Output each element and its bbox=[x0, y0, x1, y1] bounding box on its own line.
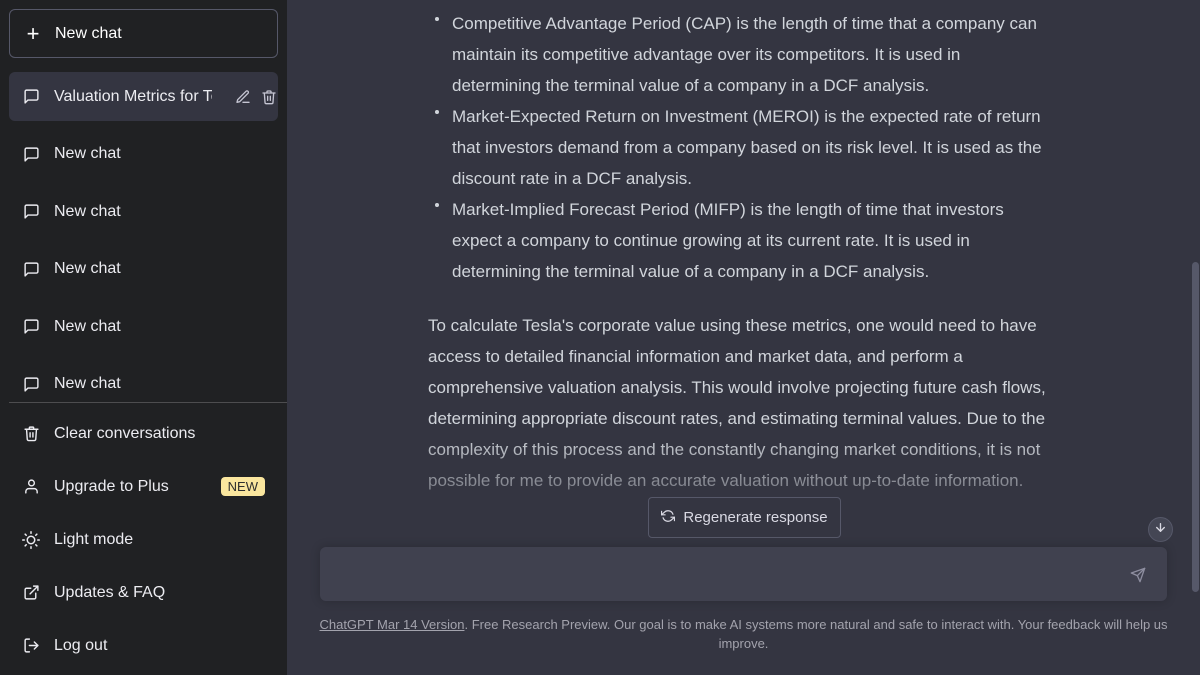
regenerate-label: Regenerate response bbox=[683, 509, 828, 526]
bullet-item: Market-Implied Forecast Period (MIFP) is… bbox=[435, 194, 1048, 287]
bullet-item: Competitive Advantage Period (CAP) is th… bbox=[435, 8, 1048, 101]
message-paragraph: To calculate Tesla's corporate value usi… bbox=[428, 316, 1046, 490]
bullet-list: Competitive Advantage Period (CAP) is th… bbox=[428, 8, 1048, 287]
conversation-item[interactable]: New chat bbox=[9, 130, 278, 179]
chat-bubble-icon bbox=[22, 260, 40, 278]
clear-conversations-label: Clear conversations bbox=[54, 424, 196, 442]
delete-trash-icon[interactable] bbox=[260, 88, 278, 106]
footer-disclaimer: ChatGPT Mar 14 Version. Free Research Pr… bbox=[317, 615, 1170, 653]
scrollbar[interactable] bbox=[1192, 0, 1200, 675]
light-mode-label: Light mode bbox=[54, 530, 134, 548]
assistant-message: Competitive Advantage Period (CAP) is th… bbox=[428, 8, 1048, 496]
log-out-label: Log out bbox=[54, 636, 108, 654]
footer-text: . Free Research Preview. Our goal is to … bbox=[464, 617, 1168, 651]
upgrade-to-plus-button[interactable]: Upgrade to Plus NEW bbox=[9, 460, 278, 513]
sidebar: + New chat Valuation Metrics for Te New … bbox=[0, 0, 287, 675]
chat-bubble-icon bbox=[22, 318, 40, 336]
conversation-item[interactable]: New chat bbox=[9, 187, 278, 236]
version-link[interactable]: ChatGPT Mar 14 Version bbox=[319, 617, 464, 632]
conversation-label: New chat bbox=[54, 145, 121, 162]
log-out-icon bbox=[22, 637, 40, 655]
sun-icon bbox=[22, 530, 40, 549]
clear-conversations-button[interactable]: Clear conversations bbox=[9, 407, 278, 460]
conversation-item[interactable]: New chat bbox=[9, 302, 278, 351]
user-icon bbox=[22, 478, 40, 496]
chat-bubble-icon bbox=[22, 145, 40, 163]
bullet-item: Market-Expected Return on Investment (ME… bbox=[435, 101, 1048, 194]
new-chat-label: New chat bbox=[55, 24, 122, 42]
conversation-actions bbox=[234, 88, 278, 106]
regenerate-response-button[interactable]: Regenerate response bbox=[648, 497, 841, 538]
sidebar-menu: Clear conversations Upgrade to Plus NEW … bbox=[9, 407, 278, 672]
conversation-label: New chat bbox=[54, 375, 121, 392]
conversation-label: New chat bbox=[54, 260, 121, 277]
chat-main: Competitive Advantage Period (CAP) is th… bbox=[287, 0, 1200, 675]
new-chat-button[interactable]: + New chat bbox=[9, 9, 278, 58]
updates-faq-label: Updates & FAQ bbox=[54, 583, 166, 601]
plus-icon: + bbox=[26, 20, 40, 46]
conversation-item-active[interactable]: Valuation Metrics for Te bbox=[9, 72, 278, 121]
trash-icon bbox=[22, 425, 40, 443]
upgrade-label: Upgrade to Plus bbox=[54, 477, 169, 495]
message-input[interactable] bbox=[320, 547, 1100, 601]
chat-bubble-icon bbox=[22, 203, 40, 221]
arrow-down-icon bbox=[1154, 521, 1167, 539]
conversation-label: New chat bbox=[54, 317, 121, 335]
new-badge: NEW bbox=[220, 477, 265, 496]
scrollbar-thumb[interactable] bbox=[1192, 262, 1199, 592]
log-out-button[interactable]: Log out bbox=[9, 619, 278, 672]
sidebar-divider bbox=[9, 402, 287, 403]
conversation-label: New chat bbox=[54, 202, 121, 220]
chat-bubble-icon bbox=[22, 375, 40, 393]
edit-pencil-icon[interactable] bbox=[234, 88, 252, 106]
conversation-list: Valuation Metrics for Te New chat New ch… bbox=[9, 72, 278, 417]
external-link-icon bbox=[22, 584, 40, 602]
message-input-box bbox=[320, 547, 1167, 601]
scroll-down-button[interactable] bbox=[1148, 517, 1173, 542]
light-mode-button[interactable]: Light mode bbox=[9, 513, 278, 566]
chat-bubble-icon bbox=[22, 88, 40, 106]
refresh-icon bbox=[661, 509, 676, 527]
conversation-label: Valuation Metrics for Te bbox=[54, 87, 212, 105]
updates-faq-button[interactable]: Updates & FAQ bbox=[9, 566, 278, 619]
conversation-item[interactable]: New chat bbox=[9, 245, 278, 294]
send-icon[interactable] bbox=[1129, 566, 1147, 584]
